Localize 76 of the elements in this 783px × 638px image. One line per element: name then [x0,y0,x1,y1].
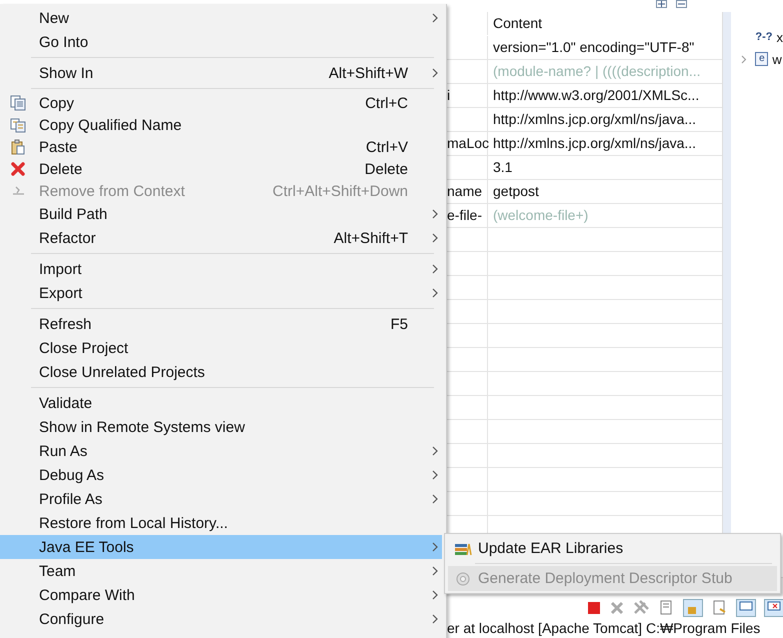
menu-item[interactable]: Paste Ctrl+V [0,136,442,158]
menu-item[interactable]: Update EAR Libraries [448,536,777,561]
content-cell-text: version="1.0" encoding="UTF-8" [492,38,696,57]
chevron-icon [432,288,438,298]
chevron-icon [432,494,438,504]
content-cell-text: (welcome-file+) [492,206,590,225]
menu-item[interactable]: Import [0,257,442,281]
chevron-icon [432,233,438,243]
monitor-icon[interactable] [764,599,783,617]
remove-icon[interactable] [608,600,624,616]
content-cell-text: http://www.w3.org/2001/XMLSc... [492,86,700,105]
menu-item[interactable]: Debug As [0,463,442,487]
chevron-icon [432,264,438,274]
books-icon [454,542,472,556]
menu-item[interactable]: Delete Delete [0,158,442,180]
console-line: er at localhost [Apache Tomcat] C:₩Program Files [447,620,760,637]
element-badge: e [755,52,768,66]
content-cell-text: 3.1 [492,158,514,177]
node-name: e-file- [447,207,482,223]
menu-item[interactable]: Validate [0,391,442,415]
menu-item[interactable]: Refresh F5 [0,312,442,336]
clipboard-icon [10,139,26,155]
shortcut-label: Alt+Shift+W [328,64,408,82]
monitor-icon[interactable] [736,599,756,617]
shortcut-label: Ctrl+Alt+Shift+Down [272,182,408,200]
delete-icon [10,162,24,176]
document-icon[interactable] [710,600,728,616]
outline-label[interactable]: w [772,52,782,66]
menu-item[interactable]: Export [0,281,442,305]
chevron-icon [432,566,438,576]
menu-item[interactable]: Build Path [0,202,442,226]
expand-all-icon[interactable] [656,0,667,8]
chevron-icon [432,470,438,480]
content-cell-text: http://xmlns.jcp.org/xml/ns/java... [492,110,698,129]
column-header[interactable]: Content [488,12,722,35]
menu-item[interactable]: Show in Remote Systems view [0,415,442,439]
stop-icon[interactable] [587,601,601,615]
chevron-icon [432,542,438,552]
content-cell-text: getpost [492,182,540,201]
shortcut-label: F5 [390,316,408,332]
node-name: i [447,87,450,103]
menu-item[interactable]: New [0,6,442,30]
copy-icon [10,117,26,133]
copy-icon [10,95,26,111]
chevron-icon [432,614,438,624]
content-cell-text: http://xmlns.jcp.org/xml/ns/java... [492,134,698,153]
menu-item[interactable]: Refactor Alt+Shift+T [0,226,442,250]
remove-all-icon[interactable] [632,600,650,616]
shortcut-label: Ctrl+V [366,138,408,156]
shortcut-label: Alt+Shift+T [334,230,408,246]
chevron-icon [432,209,438,219]
outline-label[interactable]: x [776,30,783,44]
menu-item[interactable]: Profile As [0,487,442,511]
menu-item[interactable]: Team [0,559,442,583]
menu-item[interactable]: Show In Alt+Shift+W [0,61,442,85]
menu-item[interactable]: Restore from Local History... [0,511,442,535]
menu-item[interactable]: Copy Ctrl+C [0,92,442,114]
chevron-icon [432,13,438,23]
menu-item[interactable]: Compare With [0,583,442,607]
menu-item[interactable]: Close Unrelated Projects [0,360,442,384]
chevron-icon [432,446,438,456]
menu-item[interactable]: Java EE Tools [0,535,442,559]
collapse-all-icon[interactable] [676,0,687,8]
menu-item[interactable]: Close Project [0,336,442,360]
shortcut-label: Delete [364,160,408,178]
node-name: maLoc [447,135,490,151]
menu-item[interactable]: Copy Qualified Name [0,114,442,136]
menu-item[interactable]: Configure [0,607,442,631]
shortcut-label: Ctrl+C [365,94,408,112]
node-name: name [447,183,482,199]
chevron-icon [432,590,438,600]
menu-item[interactable]: Go Into [0,30,442,54]
menu-item[interactable]: Run As [0,439,442,463]
instruction-marker: ?-? [755,31,772,43]
content-cell-text: (module-name? | ((((description... [492,62,702,81]
chevron-icon [432,68,438,78]
